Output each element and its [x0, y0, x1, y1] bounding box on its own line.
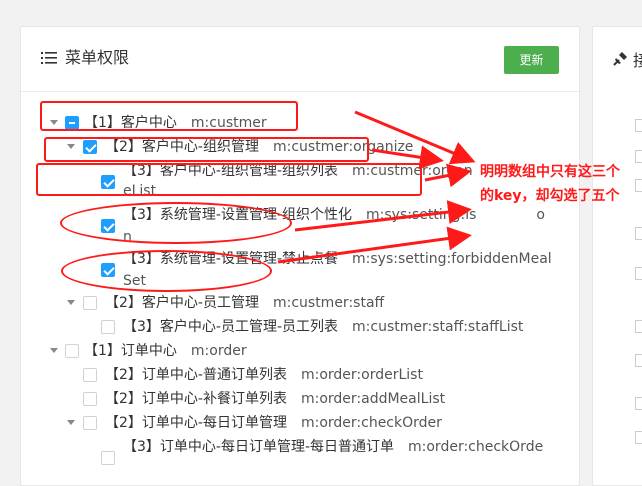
node-code: m:sys:setting:is	[366, 207, 477, 223]
node-label: 【2】订单中心-普通订单列表	[105, 367, 287, 383]
node-code: m:custmer:organize	[272, 139, 414, 155]
node-code: m:order:addMealList	[300, 391, 446, 407]
tree-checkbox[interactable]	[101, 320, 115, 334]
node-code-wrap: n	[123, 229, 132, 245]
side-checkbox[interactable]	[635, 150, 642, 163]
caret-down-icon[interactable]	[50, 348, 58, 353]
annotation-text: 明明数组中只有这三个的key，却勾选了五个	[480, 164, 620, 204]
node-code-tail: o	[536, 207, 545, 223]
node-code: m:custmer	[190, 115, 267, 131]
node-code: m:custmer:staff	[272, 295, 385, 311]
node-label: 【2】订单中心-补餐订单列表	[105, 391, 287, 407]
caret-down-icon[interactable]	[50, 120, 58, 125]
node-label: 【2】订单中心-每日订单管理	[105, 415, 287, 431]
panel-header: 菜单权限 更新	[21, 27, 579, 92]
caret-down-icon[interactable]	[67, 420, 75, 425]
node-code: m:order:checkOrde	[408, 439, 544, 455]
node-label: 【3】订单中心-每日订单管理-每日普通订单	[123, 439, 395, 455]
list-icon	[41, 52, 57, 64]
side-checkbox[interactable]	[635, 397, 642, 410]
side-checkbox[interactable]	[635, 431, 642, 444]
tree-checkbox[interactable]	[65, 116, 79, 130]
node-code: m:order:orderList	[300, 367, 423, 383]
node-code: m:order:checkOrder	[300, 415, 442, 431]
side-checkbox[interactable]	[635, 227, 642, 240]
caret-down-icon[interactable]	[67, 144, 75, 149]
node-code-wrap: Set	[123, 273, 146, 289]
node-label: 【1】客户中心	[84, 115, 177, 131]
node-label: 【1】订单中心	[84, 343, 177, 359]
node-label: 【2】客户中心-组织管理	[105, 139, 259, 155]
node-label: 【2】客户中心-员工管理	[105, 295, 259, 311]
tree-checkbox[interactable]	[101, 175, 115, 189]
tree-checkbox[interactable]	[83, 140, 97, 154]
side-checkbox[interactable]	[635, 119, 642, 132]
side-checkbox[interactable]	[635, 179, 642, 192]
node-code: m:sys:setting:forbiddenMeal	[352, 251, 552, 267]
tree-checkbox[interactable]	[83, 368, 97, 382]
node-label: 【3】系统管理-设置管理-禁止点餐	[123, 251, 339, 267]
panel-title: 菜单权限	[65, 48, 130, 67]
tree-checkbox[interactable]	[83, 392, 97, 406]
tree-checkbox[interactable]	[83, 416, 97, 430]
caret-down-icon[interactable]	[67, 300, 75, 305]
side-checkbox[interactable]	[635, 354, 642, 367]
side-checkbox[interactable]	[635, 320, 642, 333]
node-code: m:custmer:organ	[352, 163, 473, 179]
tree-checkbox[interactable]	[101, 219, 115, 233]
update-button[interactable]: 更新	[504, 46, 559, 74]
tree-checkbox[interactable]	[83, 296, 97, 310]
node-label: 【3】客户中心-员工管理-员工列表	[123, 319, 339, 335]
node-code-wrap: eList	[123, 183, 157, 199]
tree-checkbox[interactable]	[101, 451, 115, 465]
node-label: 【3】系统管理-设置管理-组织个性化	[123, 207, 353, 223]
tree-checkbox[interactable]	[65, 344, 79, 358]
side-panel-title: 接	[633, 51, 642, 70]
node-label: 【3】客户中心-组织管理-组织列表	[123, 163, 339, 179]
plug-icon	[613, 52, 627, 66]
side-checkbox[interactable]	[635, 267, 642, 280]
tree-checkbox[interactable]	[101, 263, 115, 277]
side-panel: 接	[592, 26, 642, 486]
node-code: m:order	[190, 343, 247, 359]
node-code: m:custmer:staff:staffList	[352, 319, 524, 335]
